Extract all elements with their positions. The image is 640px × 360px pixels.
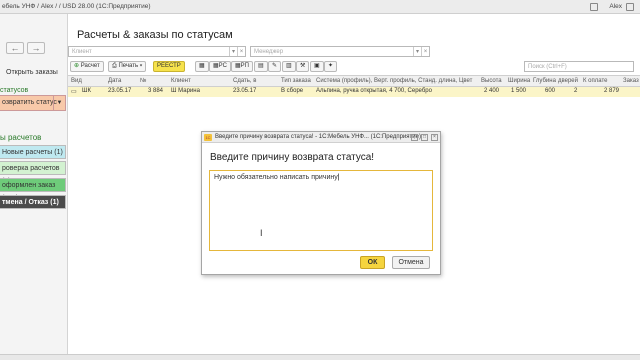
col-system[interactable]: Система (профиль), Верт. профиль, Станд.… [316,78,472,84]
reason-text: Нужно обязательно написать причину [214,174,338,181]
chevron-down-icon[interactable]: ▾ [413,47,421,56]
col-vid[interactable]: Вид [71,78,82,84]
rp-label: РП [240,63,249,69]
dialog-titlebar: 1С Введите причину возврата статуса! - 1… [202,132,440,143]
printer-icon: ⎙ [112,63,117,69]
section-label: ы расчетов [0,133,42,142]
col-due[interactable]: Сдать, в [233,78,256,84]
open-orders-link[interactable]: Открыть заказы [6,69,58,76]
plus-icon: ⊕ [74,63,80,69]
rs-button[interactable]: ▦РС [209,61,231,72]
rp-button[interactable]: ▦РП [231,61,253,72]
client-filter-placeholder: Клиент [72,49,92,55]
row-icon: ▭ [71,89,77,95]
col-date[interactable]: Дата [108,78,121,84]
user-name: Alex [609,3,622,10]
box-icon-button[interactable]: ▣ [310,61,324,72]
table-icon-button[interactable]: ▦ [195,61,209,72]
sidebar-item-ordered[interactable]: оформлен заказ (217) [0,178,66,202]
menu-icon[interactable] [590,3,598,11]
sidebar-item-cancel[interactable]: тмена / Отказ (1) [0,195,66,209]
sidebar: ← → Открыть заказы статусов озвратить ст… [0,14,68,360]
client-filter[interactable]: Клиент ▾ × [68,46,246,57]
table-row[interactable]: ▭ ШК 23.05.17 3 884 Ш Марина 23.05.17 В … [68,87,640,97]
chevron-down-icon[interactable]: ▼ [53,96,65,110]
rs-label: РС [218,63,227,69]
cell-vid: ШК [82,88,91,94]
col-num[interactable]: № [140,78,146,84]
more-icon[interactable]: ⋮ [411,134,418,141]
cancel-button[interactable]: Отмена [392,256,430,269]
cell-date: 23.05.17 [108,88,132,94]
chevron-down-icon[interactable]: ▾ [229,47,237,56]
status-dropdown[interactable]: озвратить статус ▼ [0,95,66,111]
app-logo-icon: 1С [204,134,212,141]
reason-dialog: 1С Введите причину возврата статуса! - 1… [201,131,441,275]
cell-width: 1 500 [511,88,527,94]
sidebar-item-new[interactable]: Новые расчеты (1) [0,145,66,159]
col-width[interactable]: Ширина [508,78,530,84]
dialog-window-title: Введите причину возврата статуса! - 1С:М… [215,134,421,140]
star-icon-button[interactable]: ✦ [324,61,338,72]
col-depth[interactable]: Глубина [533,78,556,84]
manager-filter-placeholder: Менеджер [254,49,284,55]
doc-icon-button[interactable]: ▤ [254,61,268,72]
raschet-label: Расчет [80,63,100,69]
cell-client: Ш Марина [171,88,200,94]
clear-icon[interactable]: × [421,47,429,56]
text-caret: | [337,174,340,181]
print-button[interactable]: ⎙ Печать ▾ [108,61,147,72]
cell-doors: 2 [574,88,578,94]
ibeam-cursor-icon: I [260,228,263,238]
status-dropdown-label: озвратить статус [2,99,57,106]
tools-icon-button[interactable]: ⚒ [296,61,310,72]
col-order[interactable]: Заказ [623,78,639,84]
cell-payment: 2 879 [604,88,620,94]
sidebar-item-check[interactable]: роверка расчетов (2) [0,161,66,185]
cell-due: 23.05.17 [233,88,257,94]
print-label: Печать [118,63,139,69]
dialog-heading: Введите причину возврата статуса! [210,152,375,163]
edit-icon-button[interactable]: ✎ [268,61,282,72]
col-height[interactable]: Высота [481,78,502,84]
clear-icon[interactable]: × [237,47,245,56]
cell-system: Альпина, ручка открытая, 4 700, Серебро [316,88,432,94]
raschet-button[interactable]: ⊕ Расчет [70,61,104,72]
col-payment[interactable]: К оплате [583,78,607,84]
manager-filter[interactable]: Менеджер ▾ × [250,46,430,57]
maximize-icon[interactable]: □ [421,134,428,141]
forward-button[interactable]: → [27,42,45,54]
status-bar [0,354,640,360]
reason-textarea[interactable]: Нужно обязательно написать причину| I [209,170,433,251]
page-title: Расчеты & заказы по статусам [77,29,233,41]
back-button[interactable]: ← [6,42,24,54]
col-doors[interactable]: дверей [558,78,578,84]
search-input[interactable]: Поиск (Ctrl+F) [524,61,634,72]
reestr-button[interactable]: РЕЕСТР [153,61,185,72]
window-title: ебель УНФ / Alex / / USD 28.00 (1С:Предп… [2,3,151,10]
info-icon[interactable] [626,3,634,11]
close-icon[interactable]: × [431,134,438,141]
table-header: Вид Дата № Клиент Сдать, в Тип заказа Си… [68,75,640,87]
cell-height: 2 400 [484,88,500,94]
search-placeholder: Поиск (Ctrl+F) [528,64,567,70]
cell-depth: 600 [545,88,556,94]
col-type[interactable]: Тип заказа [281,78,311,84]
cell-num: 3 884 [148,88,164,94]
factory-icon-button[interactable]: ▥ [282,61,296,72]
cell-type: В сборе [281,88,304,94]
col-client[interactable]: Клиент [171,78,191,84]
ok-button[interactable]: ОК [360,256,385,269]
app-titlebar: ебель УНФ / Alex / / USD 28.00 (1С:Предп… [0,0,640,14]
statuses-link[interactable]: статусов [0,87,28,94]
